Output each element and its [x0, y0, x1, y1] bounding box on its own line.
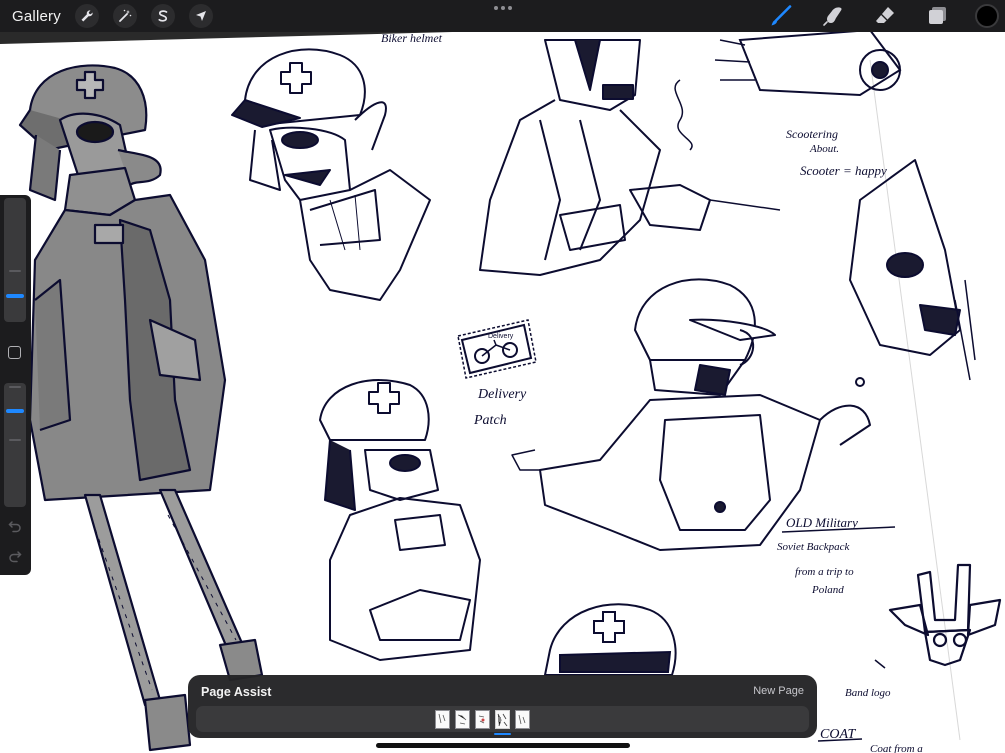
brush-tool-button[interactable]	[769, 4, 793, 28]
left-sidebar	[0, 195, 31, 575]
home-indicator[interactable]	[376, 743, 630, 748]
slider-tick	[9, 270, 21, 272]
new-page-button[interactable]: New Page	[753, 685, 804, 697]
page-preview	[518, 714, 526, 725]
page-thumbnail-5[interactable]	[515, 710, 530, 729]
page-thumbnail-1[interactable]	[435, 710, 450, 729]
scootering-line2: About.	[809, 143, 839, 155]
undo-icon[interactable]	[8, 519, 22, 533]
sketch-sheet: Biker helmet Scootering About. Scooter =…	[0, 18, 1005, 753]
page-thumbnail-3[interactable]	[475, 710, 490, 729]
top-toolbar: Gallery	[0, 0, 1005, 32]
brush-size-slider[interactable]	[4, 198, 26, 322]
military-note-line4: Poland	[811, 584, 844, 596]
page-assist-panel: Page Assist New Page	[188, 675, 817, 738]
slider-tick	[9, 439, 21, 441]
band-logo-note: Band logo	[845, 687, 891, 699]
drawing-canvas[interactable]: Biker helmet Scootering About. Scooter =…	[0, 0, 1005, 753]
actions-button[interactable]	[74, 4, 99, 28]
biker-helmet-note: Biker helmet	[381, 31, 443, 45]
scootering-line1: Scootering	[786, 127, 838, 141]
square-modify-icon[interactable]	[8, 346, 21, 359]
scooter-happy-note: Scooter = happy	[800, 163, 887, 178]
page-preview	[457, 714, 467, 725]
brush-size-thumb[interactable]	[6, 294, 24, 298]
military-note-line2: Soviet Backpack	[777, 541, 850, 553]
redo-icon[interactable]	[8, 549, 22, 563]
brush-icon	[771, 5, 792, 26]
delivery-note-line1: Delivery	[477, 387, 527, 402]
color-picker-button[interactable]	[975, 4, 999, 28]
coat-note-line2: Coat from a	[870, 743, 923, 753]
eraser-icon	[876, 7, 894, 23]
page-preview	[478, 715, 485, 724]
page-thumbnail-4[interactable]	[495, 710, 510, 729]
wrench-icon	[81, 10, 93, 22]
selection-s-icon	[158, 10, 168, 22]
smudge-tool-button[interactable]	[821, 4, 845, 28]
eraser-tool-button[interactable]	[873, 4, 897, 28]
patch-label: Delivery	[488, 333, 514, 340]
layers-icon	[929, 7, 946, 24]
opacity-slider[interactable]	[4, 383, 26, 507]
right-tool-group	[741, 4, 999, 28]
layers-button[interactable]	[925, 4, 949, 28]
page-assist-title: Page Assist	[201, 685, 272, 699]
adjustments-button[interactable]	[112, 4, 137, 28]
page-preview	[438, 713, 446, 724]
page-thumbnail-2[interactable]	[455, 710, 470, 729]
active-page-indicator	[494, 733, 511, 735]
slider-tick	[9, 386, 21, 388]
transform-button[interactable]	[188, 4, 213, 28]
page-preview	[497, 713, 508, 727]
arrow-cursor-icon	[195, 11, 206, 21]
gallery-button[interactable]: Gallery	[12, 8, 61, 25]
selection-button[interactable]	[150, 4, 175, 28]
opacity-thumb[interactable]	[6, 409, 24, 413]
military-note-line1: OLD Military	[786, 515, 858, 530]
delivery-note-line2: Patch	[473, 413, 507, 428]
more-dots-icon[interactable]	[494, 4, 512, 12]
magic-wand-icon	[119, 9, 132, 22]
page-thumbnail-strip	[196, 706, 809, 732]
smudge-icon	[823, 7, 842, 26]
military-note-line3: from a trip to	[795, 566, 854, 578]
